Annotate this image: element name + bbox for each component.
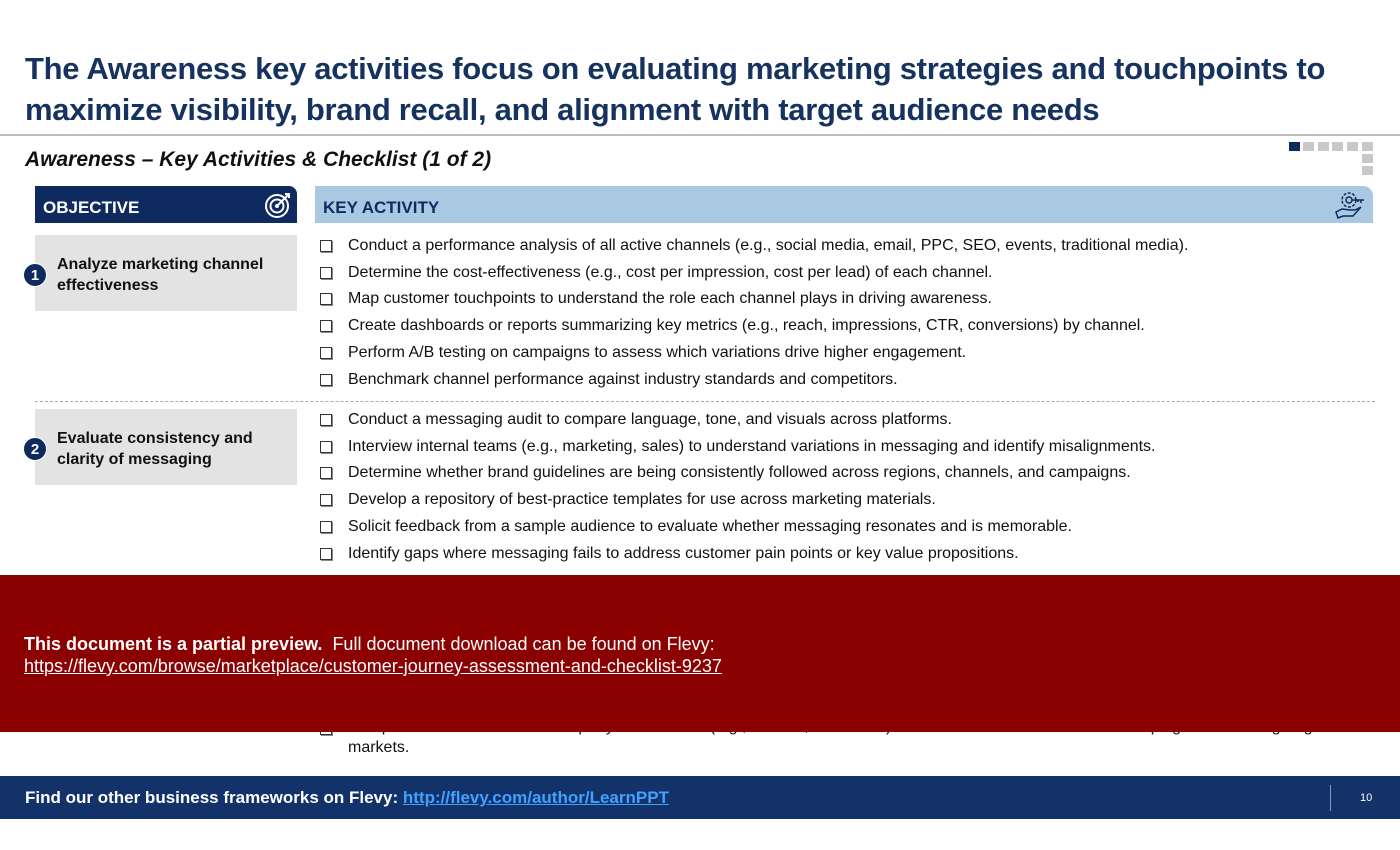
checklist-item[interactable]: Conduct a messaging audit to compare lan… [318, 407, 1378, 434]
section-divider [35, 401, 1375, 402]
hand-gear-key-icon [1335, 192, 1364, 219]
target-icon [265, 193, 290, 218]
checklist-item[interactable]: Interview internal teams (e.g., marketin… [318, 434, 1378, 461]
page-number: 10 [1360, 792, 1373, 804]
objective-header: OBJECTIVE [35, 186, 297, 223]
number-badge: 2 [23, 437, 47, 461]
footer-divider [1330, 785, 1331, 811]
section-subtitle: Awareness – Key Activities & Checklist (… [25, 148, 492, 171]
activity-list-1: Conduct a performance analysis of all ac… [318, 233, 1378, 393]
activity-list-2: Conduct a messaging audit to compare lan… [318, 407, 1378, 567]
checklist-item[interactable]: Perform A/B testing on campaigns to asse… [318, 340, 1378, 367]
checklist-item[interactable]: Determine whether brand guidelines are b… [318, 460, 1378, 487]
checklist-item[interactable]: Determine the cost-effectiveness (e.g., … [318, 260, 1378, 287]
checklist-item[interactable]: Identify gaps where messaging fails to a… [318, 541, 1378, 568]
page-title: The Awareness key activities focus on ev… [25, 51, 1326, 127]
preview-banner: This document is a partial preview. Full… [0, 575, 1400, 732]
objective-1: 1 Analyze marketing channel effectiveness [23, 235, 297, 311]
footer: Find our other business frameworks on Fl… [0, 776, 1400, 819]
checklist-item[interactable]: Conduct a performance analysis of all ac… [318, 233, 1378, 260]
divider [0, 134, 1400, 136]
download-link[interactable]: https://flevy.com/browse/marketplace/cus… [24, 656, 722, 676]
checklist-item[interactable]: Create dashboards or reports summarizing… [318, 313, 1378, 340]
checklist-item[interactable]: Map customer touchpoints to understand t… [318, 286, 1378, 313]
checklist-item[interactable]: Benchmark channel performance against in… [318, 367, 1378, 394]
key-activity-header: KEY ACTIVITY [315, 186, 1373, 223]
checklist-item[interactable]: Solicit feedback from a sample audience … [318, 514, 1378, 541]
number-badge: 1 [23, 263, 47, 287]
objective-2: 2 Evaluate consistency and clarity of mes… [23, 409, 297, 485]
checklist-item[interactable]: Develop a repository of best-practice te… [318, 487, 1378, 514]
author-link[interactable]: http://flevy.com/author/LearnPPT [403, 788, 669, 807]
